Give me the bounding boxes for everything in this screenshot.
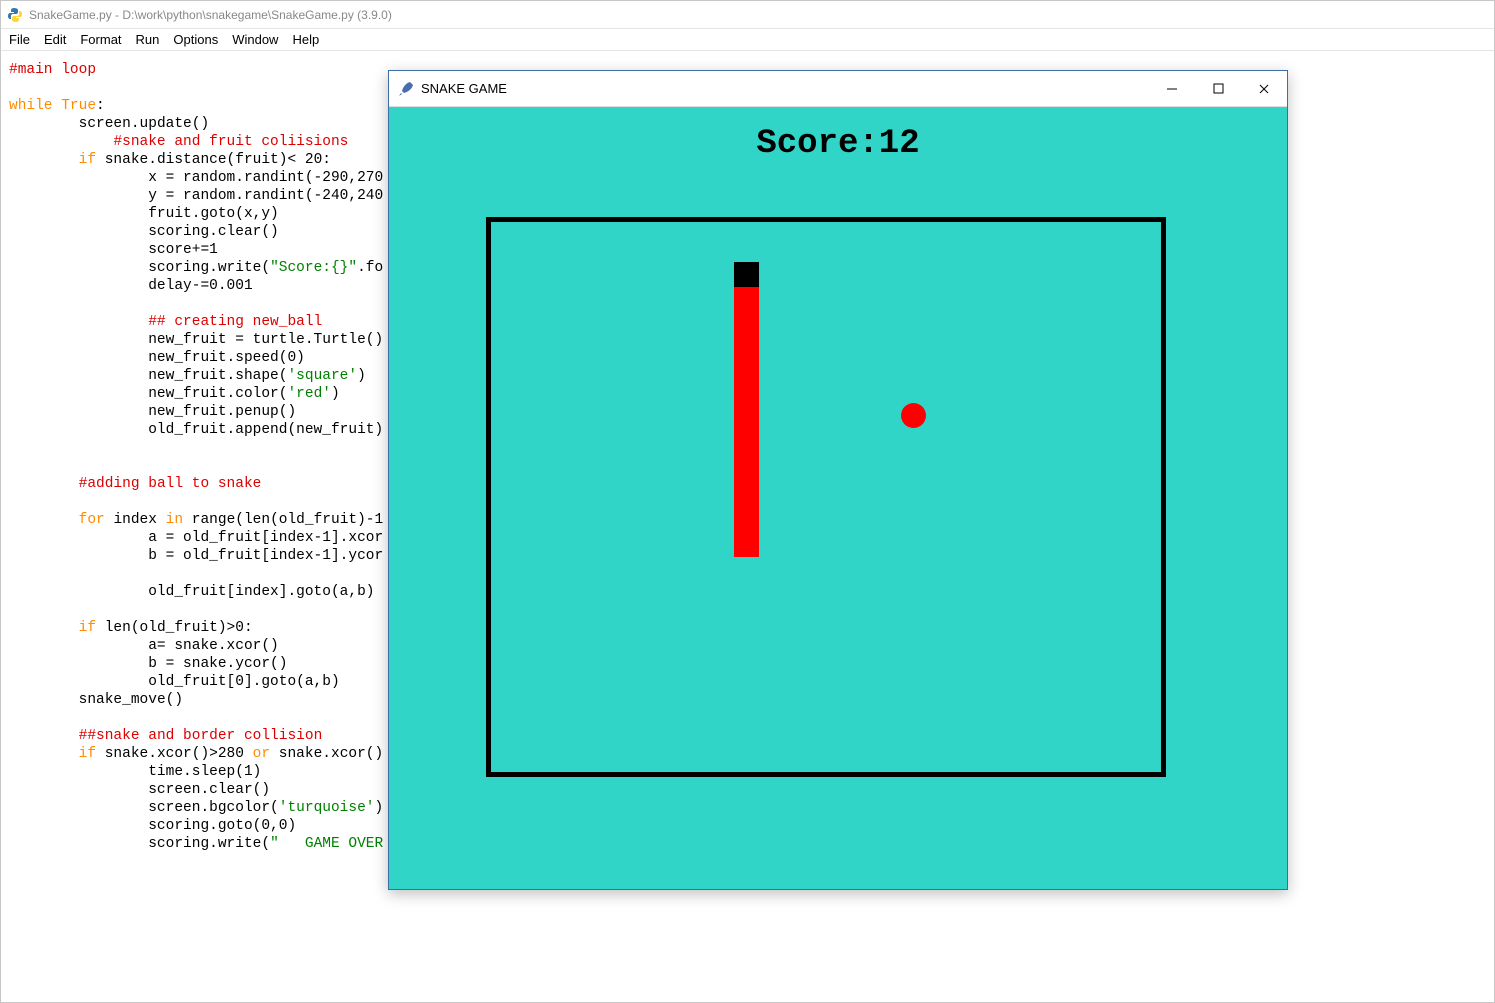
game-arena <box>486 217 1166 777</box>
idle-titlebar[interactable]: SnakeGame.py - D:\work\python\snakegame\… <box>1 1 1494 29</box>
game-window: SNAKE GAME Score:12 <box>388 70 1288 890</box>
game-canvas[interactable]: Score:12 <box>389 107 1287 889</box>
idle-title-text: SnakeGame.py - D:\work\python\snakegame\… <box>29 8 392 22</box>
menu-file[interactable]: File <box>9 32 30 47</box>
menu-options[interactable]: Options <box>173 32 218 47</box>
snake-head <box>734 262 759 287</box>
menu-run[interactable]: Run <box>136 32 160 47</box>
minimize-button[interactable] <box>1149 71 1195 107</box>
menu-edit[interactable]: Edit <box>44 32 66 47</box>
game-title-text: SNAKE GAME <box>421 81 507 96</box>
maximize-button[interactable] <box>1195 71 1241 107</box>
menu-window[interactable]: Window <box>232 32 278 47</box>
python-idle-icon <box>7 7 23 23</box>
close-button[interactable] <box>1241 71 1287 107</box>
idle-code-editor[interactable]: #main loop while True: screen.update() #… <box>9 61 383 853</box>
menu-format[interactable]: Format <box>80 32 121 47</box>
snake-body <box>734 287 759 557</box>
fruit <box>901 403 926 428</box>
tk-feather-icon <box>397 81 413 97</box>
idle-menubar: File Edit Format Run Options Window Help <box>1 29 1494 51</box>
game-titlebar[interactable]: SNAKE GAME <box>389 71 1287 107</box>
menu-help[interactable]: Help <box>292 32 319 47</box>
score-label: Score:12 <box>389 125 1287 163</box>
